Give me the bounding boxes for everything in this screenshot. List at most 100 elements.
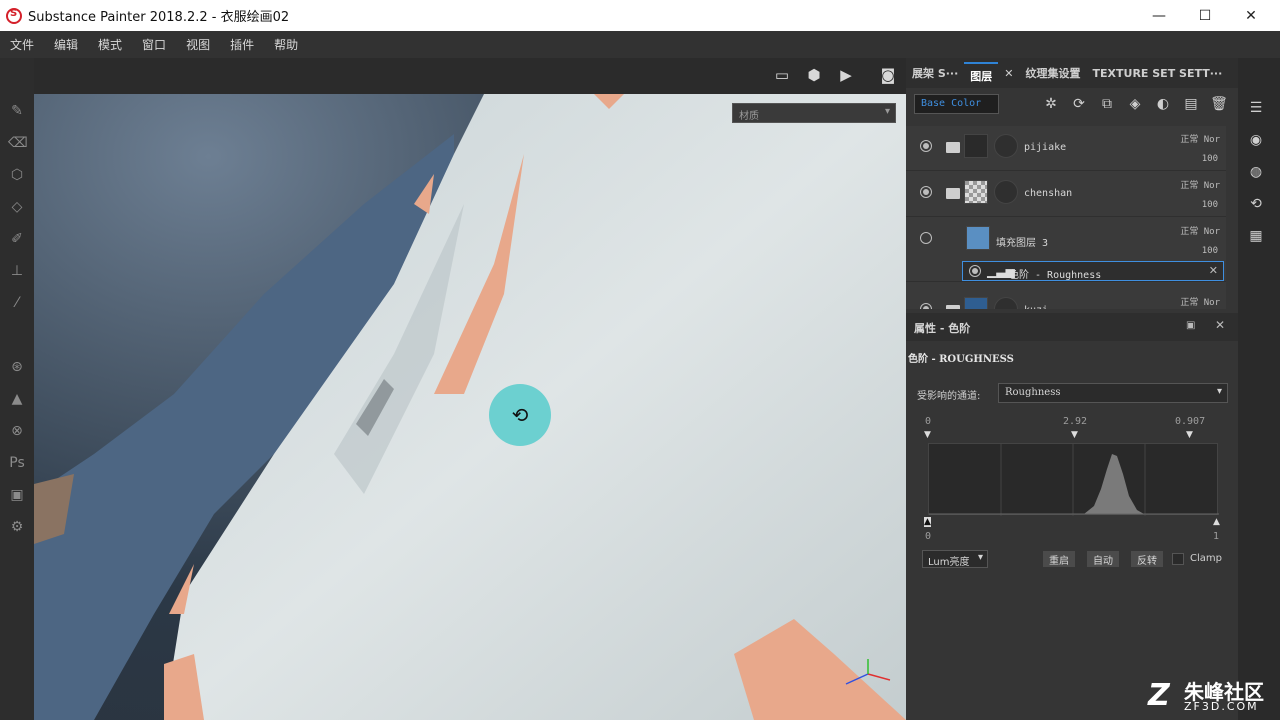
bake-icon[interactable]: ▲: [8, 390, 26, 408]
histogram-plot: [929, 444, 1219, 516]
visibility-toggle-icon[interactable]: [920, 186, 932, 198]
plugin-icon[interactable]: ⚙: [8, 518, 26, 536]
visibility-toggle-icon[interactable]: [920, 232, 932, 244]
menu-bar: 文件 编辑 模式 窗口 视图 插件 帮助: [0, 31, 1280, 58]
levels-effect-row[interactable]: ▁▃▅ 色阶 - Roughness ✕: [962, 261, 1224, 281]
log-icon[interactable]: ▦: [1247, 227, 1265, 245]
view-3d-icon[interactable]: ⬢: [804, 66, 824, 84]
layer-name: kuzi: [1024, 305, 1048, 309]
camera-video-icon[interactable]: ▶: [836, 66, 856, 84]
substance-share-icon[interactable]: ⊗: [8, 422, 26, 440]
undock-icon[interactable]: ▣: [1186, 320, 1195, 331]
color-picker-icon[interactable]: ⁄: [8, 294, 26, 312]
invert-button[interactable]: 反转: [1131, 551, 1163, 567]
input-high-handle[interactable]: ▼: [1186, 430, 1193, 440]
output-high-handle[interactable]: ▲: [1213, 517, 1220, 527]
history-icon[interactable]: ⟲: [1247, 195, 1265, 213]
smudge-icon[interactable]: ✐: [8, 230, 26, 248]
add-effect-icon[interactable]: ✲: [1042, 95, 1060, 113]
projection-icon[interactable]: ⬡: [8, 166, 26, 184]
menu-plugins[interactable]: 插件: [220, 36, 264, 53]
watermark: Z 朱峰社区 ZF3D.COM: [1148, 676, 1274, 716]
close-properties-icon[interactable]: ✕: [1215, 318, 1225, 332]
maximize-button[interactable]: ☐: [1182, 0, 1228, 31]
window-title: Substance Painter 2018.2.2 - 衣服绘画02: [28, 10, 290, 25]
add-fill-layer-icon[interactable]: ◈: [1126, 95, 1144, 113]
view-2d-icon[interactable]: ▭: [772, 66, 792, 84]
title-bar: Substance Painter 2018.2.2 - 衣服绘画02 — ☐ …: [0, 0, 1280, 31]
blend-mode[interactable]: 正常 Nor: [1180, 178, 1220, 191]
output-low-value[interactable]: 0: [925, 531, 931, 542]
tab-close-icon[interactable]: ✕: [998, 67, 1019, 80]
layer-row[interactable]: kuzi 正常 Nor: [906, 289, 1226, 309]
delete-layer-icon[interactable]: 🗑: [1210, 95, 1228, 113]
visibility-toggle-icon[interactable]: [969, 265, 981, 277]
layer-opacity[interactable]: 100: [1202, 200, 1218, 210]
clone-stamp-icon[interactable]: ⊥: [8, 262, 26, 280]
add-smart-mask-icon[interactable]: ◐: [1154, 95, 1172, 113]
output-low-handle[interactable]: ▲: [924, 517, 931, 527]
remove-effect-icon[interactable]: ✕: [1209, 264, 1218, 277]
add-layer-icon[interactable]: ⧉: [1098, 95, 1116, 113]
3d-viewport[interactable]: [34, 94, 906, 720]
chevron-down-icon: ▾: [1216, 386, 1222, 397]
levels-section-title: 色阶 - ROUGHNESS: [908, 354, 1014, 365]
tab-texture-set-settings[interactable]: 纹理集设置: [1020, 65, 1087, 81]
menu-view[interactable]: 视图: [176, 36, 220, 53]
fill-layer-thumbnail: [966, 226, 990, 250]
menu-mode[interactable]: 模式: [88, 36, 132, 53]
blend-mode[interactable]: 正常 Nor: [1180, 295, 1220, 308]
visibility-toggle-icon[interactable]: [920, 140, 932, 152]
layer-opacity[interactable]: 100: [1202, 246, 1218, 256]
paint-brush-icon[interactable]: ✎: [8, 102, 26, 120]
add-folder-icon[interactable]: ▤: [1182, 95, 1200, 113]
tab-shelf[interactable]: 展架 S···: [906, 65, 964, 81]
menu-edit[interactable]: 编辑: [44, 36, 88, 53]
menu-file[interactable]: 文件: [0, 36, 44, 53]
levels-mode-select[interactable]: Lum亮度 ▾: [922, 550, 988, 568]
substance-painter-logo-icon: [6, 7, 22, 24]
channel-select[interactable]: Base Color: [914, 94, 999, 114]
texture-set-icon[interactable]: ◉: [1247, 131, 1265, 149]
material-mode-select[interactable]: 材质 ▾: [732, 103, 896, 123]
minimize-button[interactable]: —: [1136, 0, 1182, 31]
layer-name: pijiake: [1024, 142, 1067, 153]
screenshot-camera-icon[interactable]: ◙: [878, 66, 898, 84]
add-mask-icon[interactable]: ⟳: [1070, 95, 1088, 113]
input-mid-value[interactable]: 2.92: [1063, 416, 1087, 427]
tab-layers[interactable]: 图层: [964, 62, 999, 84]
layers-stack-icon[interactable]: ☰: [1247, 99, 1265, 117]
eraser-icon[interactable]: ⌫: [8, 134, 28, 152]
layer-opacity[interactable]: 100: [1202, 154, 1218, 164]
watermark-url: ZF3D.COM: [1184, 700, 1259, 713]
left-toolbar: ✎ ⌫ ⬡ ◇ ✐ ⊥ ⁄ ⊛ ▲ ⊗ Ps ▣ ⚙: [0, 58, 34, 720]
affected-channel-select[interactable]: Roughness ▾: [998, 383, 1228, 403]
chevron-down-icon: ▾: [977, 552, 983, 563]
properties-title: 属性 - 色阶: [914, 322, 971, 335]
input-low-handle[interactable]: ▼: [924, 430, 931, 440]
photoshop-icon[interactable]: Ps: [8, 454, 26, 472]
polygon-fill-icon[interactable]: ◇: [8, 198, 26, 216]
right-dock: [1238, 58, 1280, 720]
export-icon[interactable]: ▣: [8, 486, 26, 504]
auto-button[interactable]: 自动: [1087, 551, 1119, 567]
tab-texture-set-settings-en[interactable]: TEXTURE SET SETT···: [1087, 67, 1229, 80]
clamp-checkbox[interactable]: [1172, 553, 1184, 565]
layer-row[interactable]: pijiake 正常 Nor 100: [906, 126, 1226, 171]
blend-mode[interactable]: 正常 Nor: [1180, 224, 1220, 237]
menu-help[interactable]: 帮助: [264, 36, 308, 53]
menu-window[interactable]: 窗口: [132, 36, 176, 53]
visibility-toggle-icon[interactable]: [920, 303, 932, 309]
input-low-value[interactable]: 0: [925, 416, 931, 427]
input-high-value[interactable]: 0.907: [1175, 416, 1205, 427]
output-high-value[interactable]: 1: [1213, 531, 1219, 542]
blend-mode[interactable]: 正常 Nor: [1180, 132, 1220, 145]
layer-row[interactable]: chenshan 正常 Nor 100: [906, 172, 1226, 217]
reset-button[interactable]: 重启: [1043, 551, 1075, 567]
input-mid-handle[interactable]: ▼: [1071, 430, 1078, 440]
display-settings-icon[interactable]: ◍: [1247, 163, 1265, 181]
layer-list: pijiake 正常 Nor 100 chenshan 正常 Nor 100 填…: [906, 126, 1226, 309]
chevron-down-icon: ▾: [884, 106, 890, 117]
close-window-button[interactable]: ✕: [1228, 0, 1274, 31]
substance-icon[interactable]: ⊛: [8, 358, 26, 376]
